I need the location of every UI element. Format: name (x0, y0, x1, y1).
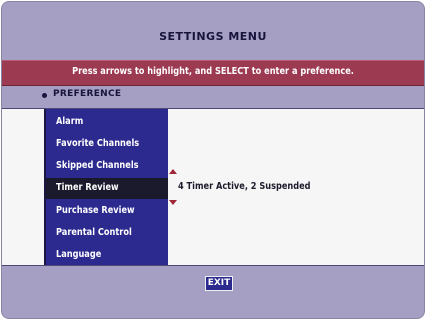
exit-button[interactable]: EXIT (205, 276, 233, 291)
section-label: PREFERENCE (53, 89, 122, 99)
settings-screen: SETTINGS MENU Press arrows to highlight,… (1, 1, 425, 319)
instruction-text: Press arrows to highlight, and SELECT to… (72, 66, 354, 77)
menu-item-parental-control[interactable]: Parental Control (46, 223, 168, 244)
exit-label: EXIT (207, 278, 231, 288)
page-title: SETTINGS MENU (159, 30, 267, 43)
preference-menu: Alarm Favorite Channels Skipped Channels… (44, 109, 168, 265)
arrow-down-icon[interactable] (169, 200, 177, 205)
menu-item-alarm[interactable]: Alarm (46, 112, 168, 133)
menu-item-label: Favorite Channels (56, 138, 140, 149)
menu-item-favorite-channels[interactable]: Favorite Channels (46, 134, 168, 155)
menu-item-label: Parental Control (56, 227, 132, 238)
menu-item-timer-review[interactable]: Timer Review (46, 178, 168, 199)
menu-item-label: Alarm (56, 116, 84, 127)
menu-item-language[interactable]: Language (46, 245, 168, 266)
menu-item-label: Purchase Review (56, 205, 135, 216)
bullet-icon (42, 93, 47, 98)
arrow-up-icon[interactable] (169, 169, 177, 174)
section-header: PREFERENCE (2, 86, 424, 104)
instruction-bar: Press arrows to highlight, and SELECT to… (2, 60, 424, 86)
menu-item-skipped-channels[interactable]: Skipped Channels (46, 156, 168, 177)
selected-value: 4 Timer Active, 2 Suspended (178, 181, 311, 192)
content-panel: Alarm Favorite Channels Skipped Channels… (2, 108, 424, 266)
menu-item-purchase-review[interactable]: Purchase Review (46, 201, 168, 222)
menu-item-label: Language (56, 249, 102, 260)
menu-item-label: Skipped Channels (56, 160, 139, 171)
menu-item-label: Timer Review (56, 182, 119, 193)
